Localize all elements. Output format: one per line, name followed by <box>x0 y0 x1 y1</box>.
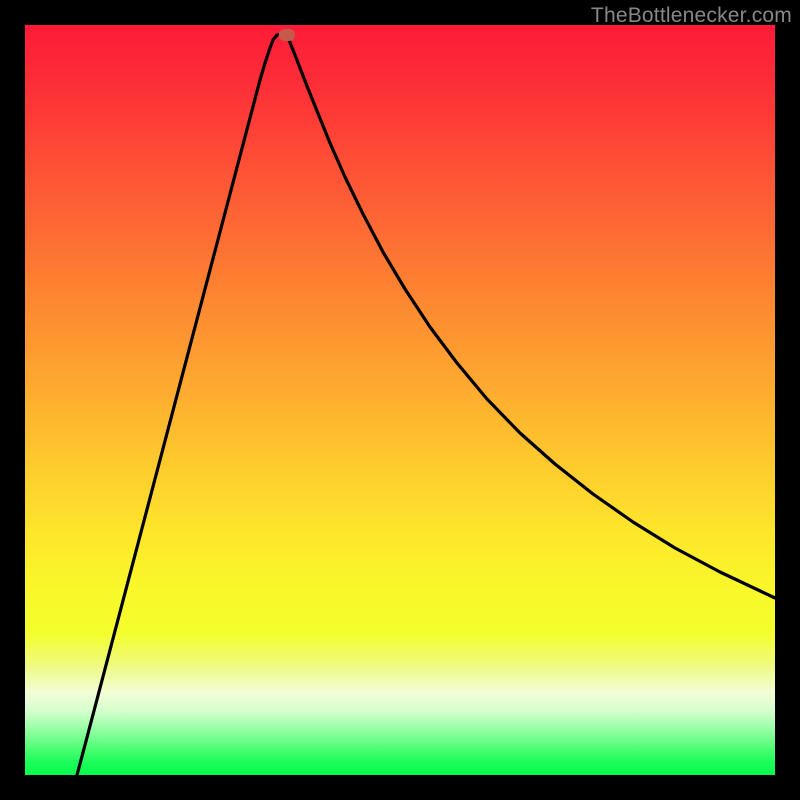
plot-area <box>25 25 775 775</box>
watermark-text: TheBottlenecker.com <box>591 4 792 28</box>
outer-frame: TheBottlenecker.com <box>0 0 800 800</box>
optimal-point-marker <box>279 29 295 41</box>
bottleneck-curve <box>25 25 775 775</box>
curve-path <box>77 34 775 775</box>
